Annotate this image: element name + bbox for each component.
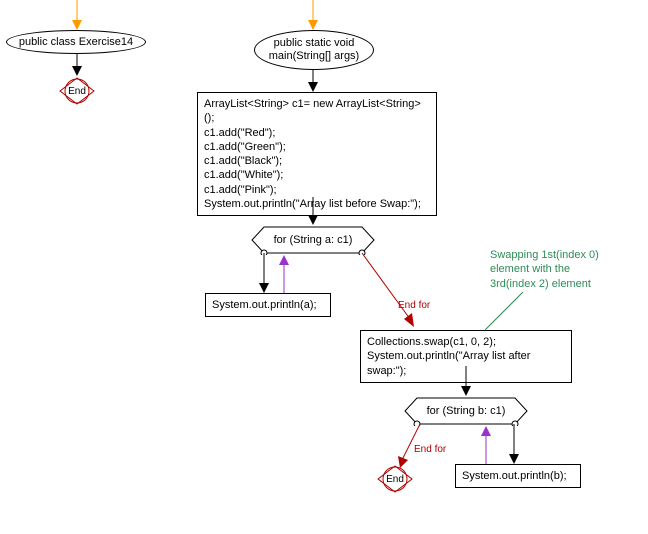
block1-l2: c1.add("Red"); <box>204 126 430 140</box>
comment-l2: element with the <box>490 262 620 276</box>
end-for1-label: End for <box>398 300 430 311</box>
for2-hex: for (String b: c1) <box>403 396 529 426</box>
print-b-text: System.out.println(b); <box>462 470 567 482</box>
print-a-rect: System.out.println(a); <box>205 293 331 317</box>
method-decl-ellipse: public static void main(String[] args) <box>254 30 374 70</box>
block1-l6: c1.add("Pink"); <box>204 183 430 197</box>
method-decl-l2: main(String[] args) <box>269 50 359 63</box>
end-class-node: End <box>58 76 96 106</box>
swap-comment: Swapping 1st(index 0) element with the 3… <box>490 248 620 291</box>
comment-l3: 3rd(index 2) element <box>490 277 620 291</box>
block1-l1: ArrayList<String> c1= new ArrayList<Stri… <box>204 97 430 126</box>
block2-l2: System.out.println("Array list after swa… <box>367 349 565 378</box>
block1-l5: c1.add("White"); <box>204 168 430 182</box>
block1-l7: System.out.println("Array list before Sw… <box>204 197 430 211</box>
end-for2-label: End for <box>414 444 446 455</box>
block1-l3: c1.add("Green"); <box>204 140 430 154</box>
method-decl-l1: public static void <box>274 37 355 50</box>
print-a-text: System.out.println(a); <box>212 299 317 311</box>
block1-l4: c1.add("Black"); <box>204 154 430 168</box>
end-class-label: End <box>58 76 96 106</box>
end-method-node: End <box>376 464 414 494</box>
class-decl-ellipse: public class Exercise14 <box>6 30 146 54</box>
for1-hex: for (String a: c1) <box>250 225 376 255</box>
end-method-label: End <box>376 464 414 494</box>
block1-rect: ArrayList<String> c1= new ArrayList<Stri… <box>197 92 437 216</box>
class-decl-text: public class Exercise14 <box>19 36 133 48</box>
print-b-rect: System.out.println(b); <box>455 464 581 488</box>
block2-l1: Collections.swap(c1, 0, 2); <box>367 335 565 349</box>
block2-rect: Collections.swap(c1, 0, 2); System.out.p… <box>360 330 572 383</box>
comment-l1: Swapping 1st(index 0) <box>490 248 620 262</box>
